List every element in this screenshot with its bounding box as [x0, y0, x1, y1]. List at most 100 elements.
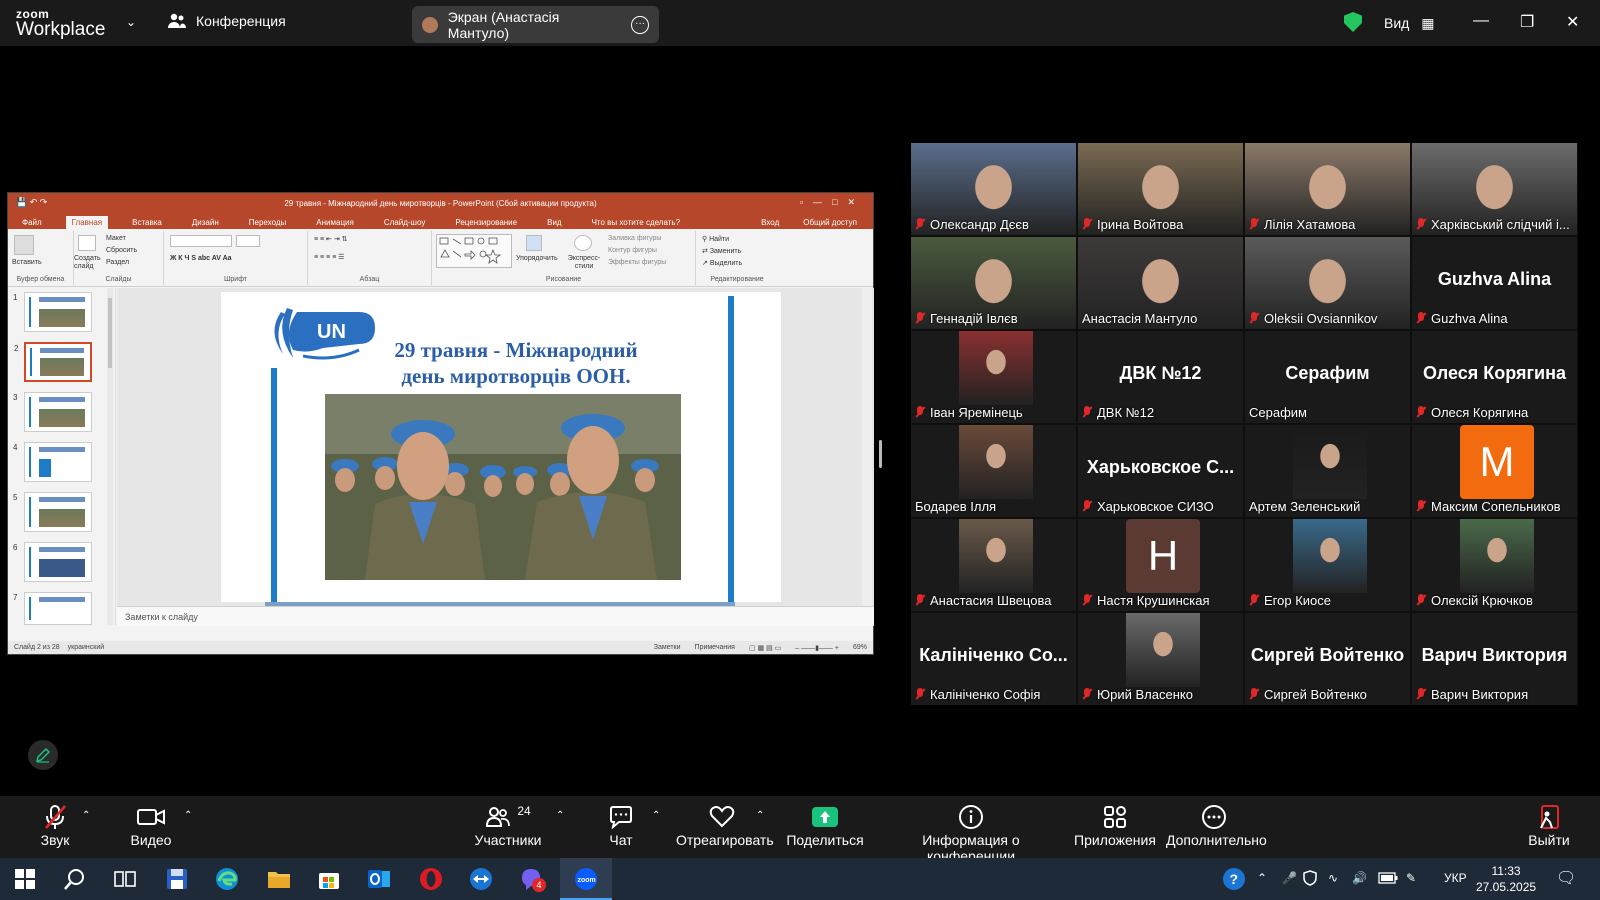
muted-mic-icon — [1082, 688, 1092, 701]
task-view-icon[interactable] — [112, 866, 138, 892]
clock-date: 27.05.2025 — [1476, 880, 1537, 894]
tray-chevron-icon[interactable]: ⌃ — [1257, 871, 1267, 885]
participant-tile[interactable]: Олексій Крючков — [1412, 519, 1577, 611]
react-button[interactable]: Отреагировать — [676, 802, 774, 848]
notifications-icon[interactable]: 🗨 — [1556, 868, 1576, 888]
participant-tile[interactable]: Харьковское С... Харьковское СИЗО — [1078, 425, 1243, 517]
more-icon[interactable]: ··· — [631, 15, 649, 34]
video-options-chevron-icon[interactable]: ⌃ — [184, 810, 192, 821]
search-icon[interactable] — [62, 866, 88, 892]
participant-tile[interactable]: Анастасія Мантуло — [1078, 237, 1243, 329]
participant-tile[interactable]: M Максим Сопельников — [1412, 425, 1577, 517]
minimize-icon[interactable]: — — [1473, 12, 1489, 30]
close-icon[interactable]: ✕ — [1566, 12, 1579, 32]
wifi-icon[interactable]: ∿ — [1328, 871, 1338, 885]
view-button[interactable]: Вид ▦ — [1384, 15, 1434, 32]
slide-title-line2: день миротворців ООН. — [401, 364, 631, 388]
ppt-ribbon: Вставить Буфер обмена Создать слайд Маке… — [8, 229, 873, 287]
muted-mic-icon — [915, 406, 925, 419]
muted-mic-icon — [1416, 218, 1426, 231]
zoom-taskbar-item[interactable]: zoom — [560, 858, 612, 900]
microphone-tray-icon[interactable]: 🎤 — [1282, 871, 1297, 885]
group-label: Слайды — [105, 276, 132, 283]
share-button[interactable]: Поделиться — [786, 802, 864, 848]
system-clock[interactable]: 11:33 27.05.2025 — [1476, 863, 1536, 895]
edge-browser-icon[interactable] — [214, 866, 240, 892]
windows-start-icon[interactable] — [12, 866, 38, 892]
participant-tile[interactable]: Геннадій Івлєв — [911, 237, 1076, 329]
muted-mic-icon — [1082, 218, 1092, 231]
participant-tile[interactable]: Харківський слідчий і... — [1412, 143, 1577, 235]
participant-caption: Егор Киосе — [1249, 593, 1406, 608]
replace-item: ⇄ Заменить — [702, 248, 742, 255]
chevron-down-icon[interactable]: ⌄ — [126, 15, 136, 29]
pen-tray-icon[interactable]: ✎ — [1406, 871, 1416, 885]
split-view-handle[interactable] — [879, 440, 882, 468]
screen-share-pill[interactable]: Экран (Анастасія Мантуло) ··· — [412, 6, 659, 43]
meeting-info-button[interactable]: Конференция — [168, 13, 286, 29]
participant-tile[interactable]: H Настя Крушинская — [1078, 519, 1243, 611]
tab-insert: Вставка — [132, 218, 162, 227]
participant-tile[interactable]: Серафим Серафим — [1245, 331, 1410, 423]
meeting-info-toolbar-button[interactable]: Информация о конференции — [882, 802, 1060, 864]
video-button[interactable]: Видео — [126, 802, 176, 848]
muted-mic-icon — [1416, 688, 1426, 701]
file-explorer-icon[interactable] — [266, 866, 292, 892]
participant-tile[interactable]: ДВК №12 ДВК №12 — [1078, 331, 1243, 423]
participant-tile[interactable]: Сиргей Войтенко Сиргей Войтенко — [1245, 613, 1410, 705]
leave-label: Выйти — [1528, 832, 1570, 848]
participant-tile[interactable]: Олександр Дєєв — [911, 143, 1076, 235]
annotate-pencil-icon[interactable] — [28, 740, 58, 770]
muted-mic-icon — [1416, 500, 1426, 513]
chat-button[interactable]: Чат — [598, 802, 644, 848]
participant-tile[interactable]: Анастасия Швецова — [911, 519, 1076, 611]
view-icons: ▢ ▦ ▤ ▭ — [748, 644, 782, 652]
participant-tile[interactable]: Бодарев Ілля — [911, 425, 1076, 517]
more-button[interactable]: Дополнительно — [1166, 802, 1267, 848]
participant-caption: Oleksii Ovsiannikov — [1249, 311, 1406, 326]
viber-icon[interactable]: 4 — [518, 866, 546, 892]
audio-options-chevron-icon[interactable]: ⌃ — [82, 810, 90, 821]
shapes-icon — [439, 237, 502, 264]
video-camera-icon — [137, 809, 165, 825]
participant-tile[interactable]: Калініченко Со... Калініченко Софія — [911, 613, 1076, 705]
participant-tile[interactable]: Егор Киосе — [1245, 519, 1410, 611]
participant-tile[interactable]: Іван Яремінець — [911, 331, 1076, 423]
participant-tile[interactable]: Лілія Хатамова — [1245, 143, 1410, 235]
audio-button[interactable]: Звук — [30, 802, 80, 848]
defender-shield-icon[interactable] — [1302, 870, 1318, 886]
react-chevron-icon[interactable]: ⌃ — [756, 810, 764, 821]
zoom-level: 69% — [852, 644, 867, 651]
teamviewer-icon[interactable] — [468, 866, 494, 892]
participants-chevron-icon[interactable]: ⌃ — [556, 810, 564, 821]
battery-icon[interactable] — [1378, 872, 1398, 884]
apps-button[interactable]: Приложения — [1072, 802, 1158, 848]
participant-caption: Бодарев Ілля — [915, 499, 1072, 514]
logo-line2: Workplace — [16, 19, 106, 40]
input-language[interactable]: УКР — [1444, 871, 1467, 885]
participant-tile[interactable]: Олеся Корягина Олеся Корягина — [1412, 331, 1577, 423]
volume-icon[interactable]: 🔊 — [1352, 871, 1367, 885]
participants-button[interactable]: 24 Участники — [470, 802, 546, 848]
ribbon-group-paragraph: ≡ ≡ ⇤ ⇥ ⇅ ≡ ≡ ≡ ≡ ☰ Абзац — [308, 231, 432, 285]
participant-tile[interactable]: Oleksii Ovsiannikov — [1245, 237, 1410, 329]
participant-tile[interactable]: Юрий Власенко — [1078, 613, 1243, 705]
screen-share-label: Экран (Анастасія Мантуло) — [447, 8, 560, 41]
participant-caption: Серафим — [1249, 405, 1406, 420]
leave-button[interactable]: Выйти — [1524, 802, 1574, 848]
save-floppy-app-icon[interactable] — [164, 866, 190, 892]
participant-tile[interactable]: Варич Виктория Варич Виктория — [1412, 613, 1577, 705]
help-icon[interactable]: ? — [1222, 867, 1246, 891]
opera-icon[interactable] — [418, 866, 444, 892]
restore-icon[interactable]: ❐ — [1520, 12, 1534, 32]
grid-icon: ▦ — [1421, 15, 1435, 31]
participant-tile[interactable]: Артем Зеленський — [1245, 425, 1410, 517]
outlook-icon[interactable] — [366, 866, 392, 892]
chat-chevron-icon[interactable]: ⌃ — [652, 810, 660, 821]
store-icon[interactable] — [316, 866, 342, 892]
participant-name: Олексій Крючков — [1431, 593, 1533, 608]
participant-tile[interactable]: Guzhva Alina Guzhva Alina — [1412, 237, 1577, 329]
participant-tile[interactable]: Ірина Войтова — [1078, 143, 1243, 235]
group-label: Шрифт — [223, 276, 248, 283]
encryption-shield-icon[interactable] — [1344, 12, 1362, 32]
